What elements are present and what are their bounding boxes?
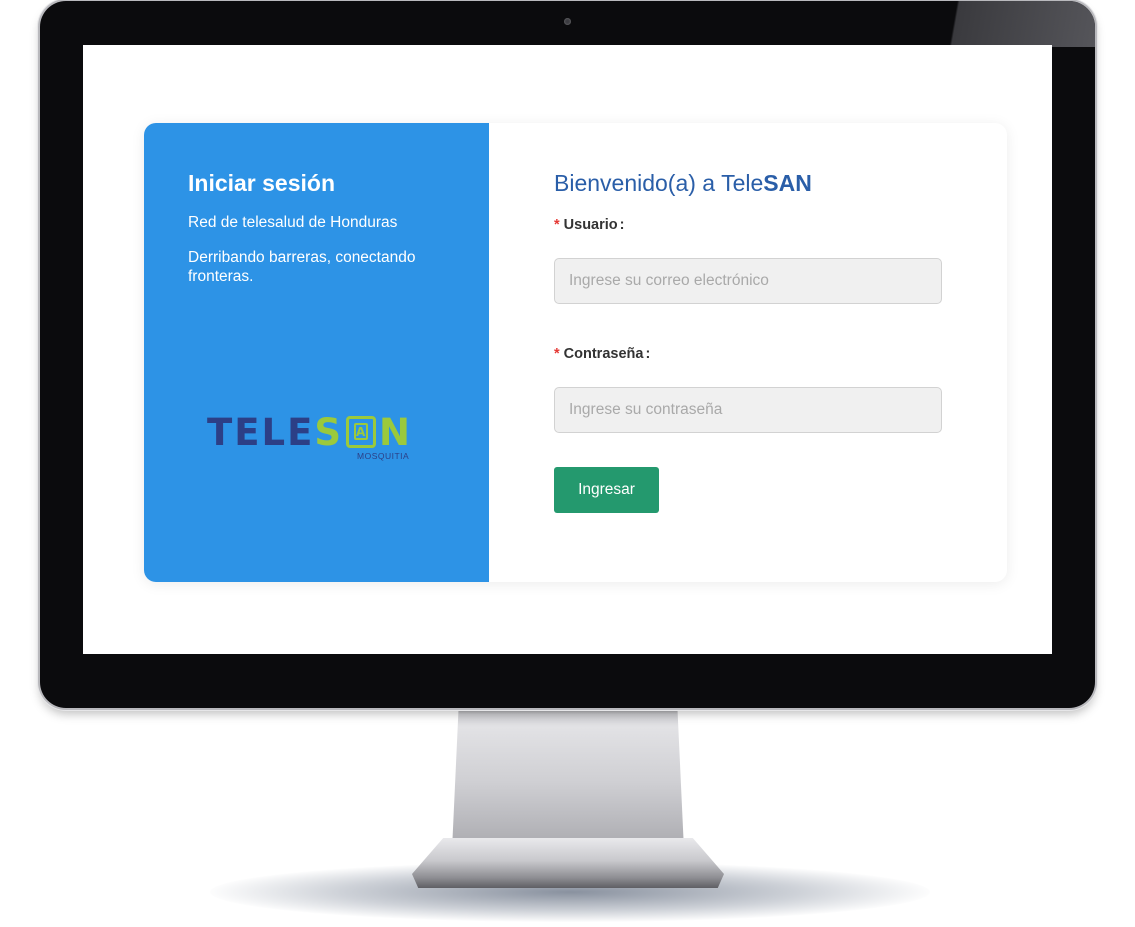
email-field[interactable] xyxy=(554,258,942,304)
user-label-text: Usuario xyxy=(563,217,618,233)
camera-icon xyxy=(564,18,571,25)
label-colon: : xyxy=(619,217,625,233)
logo-text-tele: TELE xyxy=(207,411,315,454)
logo-wordmark: TELES A N xyxy=(207,413,427,453)
login-button[interactable]: Ingresar xyxy=(554,467,659,513)
monitor-stand-base xyxy=(412,838,724,888)
password-label-text: Contraseña xyxy=(563,346,644,362)
required-marker: * xyxy=(554,217,560,233)
welcome-prefix: Bienvenido(a) a Tele xyxy=(554,170,764,196)
tablet-icon: A xyxy=(346,416,377,448)
monitor-stand-neck xyxy=(452,700,684,850)
login-form-panel: Bienvenido(a) a TeleSAN * Usuario : * Co… xyxy=(489,123,1007,582)
bezel-glare xyxy=(895,1,1095,47)
login-title: Iniciar sesión xyxy=(188,170,336,196)
logo-subtext: MOSQUITIA xyxy=(357,451,410,461)
welcome-heading: Bienvenido(a) a TeleSAN xyxy=(554,170,1007,197)
logo-text-n: N xyxy=(379,411,412,454)
tagline: Derribando barreras, conectando frontera… xyxy=(188,249,416,285)
login-card: Iniciar sesión Red de telesalud de Hondu… xyxy=(144,123,1007,582)
monitor-mockup: Iniciar sesión Red de telesalud de Hondu… xyxy=(0,0,1135,927)
label-colon: : xyxy=(645,346,651,362)
user-label: * Usuario : xyxy=(554,217,1007,233)
brand-panel: Iniciar sesión Red de telesalud de Hondu… xyxy=(144,123,489,582)
logo-text-a: A xyxy=(354,423,369,440)
required-marker: * xyxy=(554,346,560,362)
network-subtitle: Red de telesalud de Honduras xyxy=(188,214,398,231)
telesan-logo: TELES A N MOSQUITIA xyxy=(207,413,427,473)
password-label: * Contraseña : xyxy=(554,346,1007,362)
monitor-screen: Iniciar sesión Red de telesalud de Hondu… xyxy=(83,45,1052,654)
logo-text-s: S xyxy=(314,411,344,454)
password-field[interactable] xyxy=(554,387,942,433)
welcome-brand: SAN xyxy=(763,170,812,196)
